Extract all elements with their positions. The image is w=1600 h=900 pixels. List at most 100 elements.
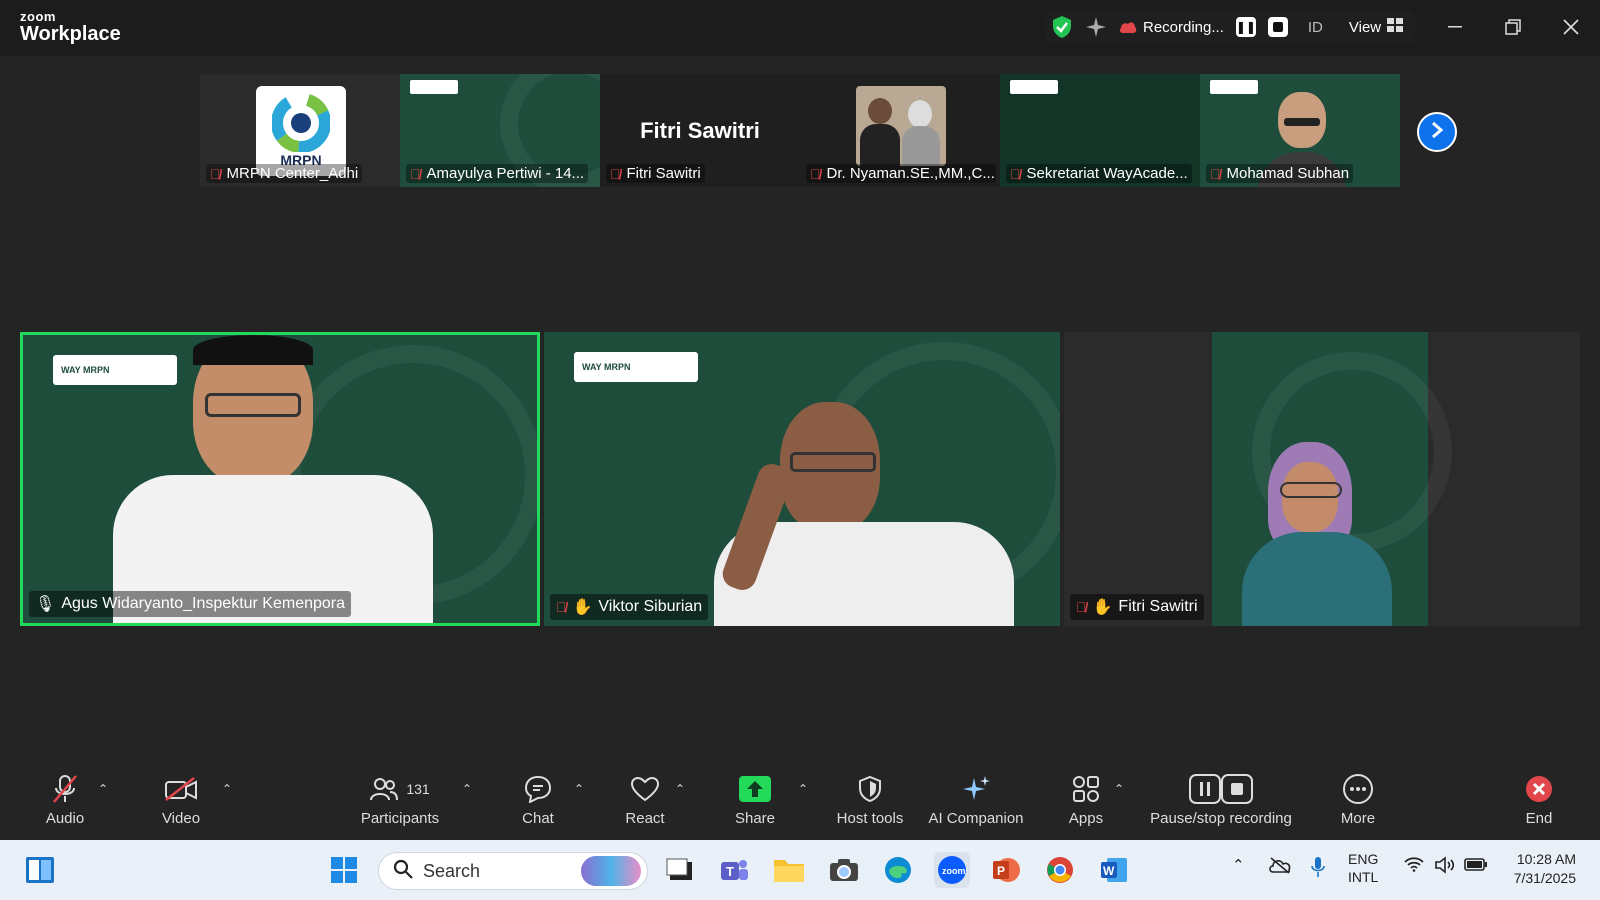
host-tools-label: Host tools xyxy=(836,810,904,827)
chevron-right-icon xyxy=(1430,119,1444,145)
more-button[interactable]: More xyxy=(1335,774,1381,827)
share-button[interactable]: Share xyxy=(732,774,778,827)
show-hidden-icons-chevron-icon[interactable]: ⌃ xyxy=(1232,856,1245,874)
chevron-up-icon[interactable]: ⌃ xyxy=(675,782,685,796)
mic-muted-icon: 🎙̸ xyxy=(610,165,621,182)
language-label[interactable]: ID xyxy=(1308,19,1323,36)
chevron-up-icon[interactable]: ⌃ xyxy=(98,782,108,796)
file-explorer-icon[interactable] xyxy=(771,852,807,888)
participant-nametag: 🎙̸ ✋ Viktor Siburian xyxy=(550,594,709,620)
participant-name-text: Agus Widaryanto_Inspektur Kemenpora xyxy=(61,595,346,612)
chrome-icon[interactable] xyxy=(1042,852,1078,888)
chevron-up-icon[interactable]: ⌃ xyxy=(798,782,808,796)
wifi-icon[interactable] xyxy=(1404,856,1424,876)
os-taskbar: Search T zoom P W ⌃ ENG INTL 10:28 AM 7/… xyxy=(0,840,1600,900)
task-view-icon[interactable] xyxy=(662,852,698,888)
participant-thumbnail[interactable]: MRPN 🎙̸ MRPN Center_Adhi xyxy=(200,74,400,187)
participant-name: 🎙̸ Amayulya Pertiwi - 14... xyxy=(406,164,589,183)
apps-label: Apps xyxy=(1068,810,1104,827)
participant-nametag: 🎙 Agus Widaryanto_Inspektur Kemenpora xyxy=(29,591,352,617)
participant-thumbnail[interactable]: 🎙̸ Dr. Nyaman.SE.,MM.,C... xyxy=(800,74,1000,187)
mic-muted-icon: 🎙̸ xyxy=(556,599,567,615)
taskbar-search[interactable]: Search xyxy=(378,852,648,890)
mic-on-icon: 🎙 xyxy=(35,596,56,613)
participant-name-text: Fitri Sawitri xyxy=(1118,598,1198,615)
microphone-icon[interactable] xyxy=(1310,856,1326,882)
close-icon[interactable] xyxy=(1556,12,1586,42)
participant-name-text: Amayulya Pertiwi - 14... xyxy=(426,165,585,182)
event-banner xyxy=(410,80,458,94)
hand-icon: ✋ xyxy=(1092,599,1113,616)
participants-button[interactable]: 131 Participants xyxy=(355,774,445,827)
pause-stop-recording-button[interactable]: Pause/stop recording xyxy=(1143,774,1299,827)
volume-icon[interactable] xyxy=(1434,856,1456,878)
minimize-icon[interactable] xyxy=(1440,12,1470,42)
ai-sparkle-icon[interactable] xyxy=(1085,16,1107,38)
camera-icon[interactable] xyxy=(826,852,862,888)
search-highlight-image xyxy=(581,856,641,886)
video-tile[interactable]: 🎙̸ ✋ Fitri Sawitri xyxy=(1064,332,1580,626)
host-tools-button[interactable]: Host tools xyxy=(830,774,910,827)
hand-icon: ✋ xyxy=(572,599,593,616)
stop-recording-icon[interactable] xyxy=(1267,17,1288,37)
grid-icon xyxy=(1387,18,1404,36)
participant-count: 131 xyxy=(406,781,430,797)
mrpn-logo: MRPN xyxy=(256,86,346,176)
event-logo-badge: WAY MRPN xyxy=(574,352,698,382)
teams-icon[interactable]: T xyxy=(716,852,752,888)
mic-muted-icon: 🎙̸ xyxy=(210,165,221,182)
chevron-up-icon[interactable]: ⌃ xyxy=(462,782,472,796)
battery-icon[interactable] xyxy=(1464,856,1488,876)
restore-icon[interactable] xyxy=(1498,12,1528,42)
widgets-icon[interactable] xyxy=(22,852,58,888)
participant-name-text: Fitri Sawitri xyxy=(626,165,701,182)
pause-recording-icon[interactable]: ❚❚ xyxy=(1236,17,1256,37)
participant-thumbnail[interactable]: Fitri Sawitri 🎙̸ Fitri Sawitri xyxy=(600,74,800,187)
video-button[interactable]: Video xyxy=(158,774,204,827)
end-button[interactable]: End xyxy=(1516,774,1562,827)
video-tile[interactable]: WAY MRPN 🎙̸ ✋ Viktor Siburian xyxy=(544,332,1060,626)
chat-button[interactable]: Chat xyxy=(515,774,561,827)
video-tile-active-speaker[interactable]: WAY MRPN 🎙 Agus Widaryanto_Inspektur Keme… xyxy=(20,332,540,626)
participant-name-text: Viktor Siburian xyxy=(598,598,703,615)
next-page-button[interactable] xyxy=(1417,112,1457,152)
event-banner xyxy=(1010,80,1058,94)
more-icon xyxy=(1342,774,1374,804)
participant-name-text: Mohamad Subhan xyxy=(1226,165,1350,182)
participants-icon: 131 xyxy=(370,774,430,804)
react-button[interactable]: React xyxy=(622,774,668,827)
end-call-icon xyxy=(1524,774,1554,804)
system-clock[interactable]: 10:28 AM 7/31/2025 xyxy=(1500,850,1576,888)
participant-name: 🎙̸ Fitri Sawitri xyxy=(606,164,705,183)
svg-text:W: W xyxy=(1103,864,1115,878)
powerpoint-icon[interactable]: P xyxy=(988,852,1024,888)
apps-button[interactable]: Apps xyxy=(1063,774,1109,827)
end-label: End xyxy=(1525,810,1553,827)
chat-label: Chat xyxy=(522,810,554,827)
participants-label: Participants xyxy=(360,810,440,827)
shield-check-icon[interactable] xyxy=(1051,15,1073,39)
svg-text:zoom: zoom xyxy=(942,866,966,876)
chevron-up-icon[interactable]: ⌃ xyxy=(1114,782,1124,796)
participant-thumbnail[interactable]: 🎙̸ Mohamad Subhan xyxy=(1200,74,1400,187)
participant-name-text: Dr. Nyaman.SE.,MM.,C... xyxy=(826,165,995,182)
participant-thumbnail[interactable]: 🎙̸ Amayulya Pertiwi - 14... xyxy=(400,74,600,187)
view-button[interactable]: View xyxy=(1349,18,1404,36)
audio-button[interactable]: Audio xyxy=(42,774,88,827)
video-off-icon xyxy=(164,774,198,804)
ai-companion-button[interactable]: AI Companion xyxy=(926,774,1026,827)
mic-muted-icon: 🎙̸ xyxy=(1010,165,1021,182)
chevron-up-icon[interactable]: ⌃ xyxy=(222,782,232,796)
edge-browser-icon[interactable] xyxy=(880,852,916,888)
input-language[interactable]: ENG INTL xyxy=(1348,850,1378,886)
windows-start-icon[interactable] xyxy=(326,852,362,888)
onedrive-icon[interactable] xyxy=(1268,856,1292,878)
chevron-up-icon[interactable]: ⌃ xyxy=(574,782,584,796)
clock-date: 7/31/2025 xyxy=(1513,870,1576,886)
zoom-app-icon[interactable]: zoom xyxy=(934,852,970,888)
keyboard-layout: INTL xyxy=(1348,869,1379,885)
recording-label: Recording... xyxy=(1143,18,1224,36)
ai-companion-label: AI Companion xyxy=(928,810,1024,827)
participant-thumbnail[interactable]: 🎙̸ Sekretariat WayAcade... xyxy=(1000,74,1200,187)
word-icon[interactable]: W xyxy=(1096,852,1132,888)
